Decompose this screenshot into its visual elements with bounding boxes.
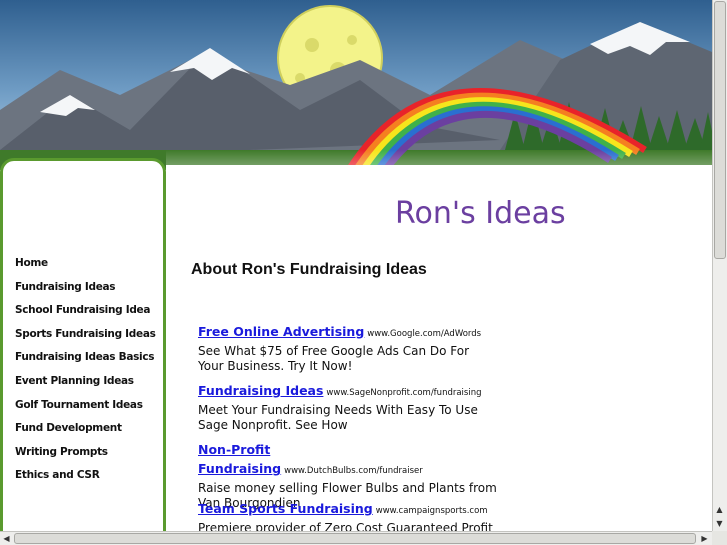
scroll-right-icon[interactable]: ▶ bbox=[698, 532, 711, 545]
horizontal-scrollbar[interactable]: ◀ ▶ bbox=[0, 531, 712, 545]
page-heading: About Ron's Fundraising Ideas bbox=[191, 261, 427, 278]
scroll-up-icon[interactable]: ▲ bbox=[713, 503, 726, 516]
vertical-scroll-thumb[interactable] bbox=[714, 1, 726, 259]
nav-item-writing-prompts[interactable]: Writing Prompts bbox=[15, 446, 156, 470]
ad-title-link[interactable]: Fundraising Ideas bbox=[198, 383, 323, 398]
nav-item-fundraising-ideas[interactable]: Fundraising Ideas bbox=[15, 281, 156, 305]
site-title: Ron's Ideas bbox=[395, 196, 566, 231]
ad-title-link[interactable]: Team Sports Fundraising bbox=[198, 501, 373, 516]
page-viewport: Home Fundraising Ideas School Fundraisin… bbox=[0, 0, 712, 531]
scroll-left-icon[interactable]: ◀ bbox=[0, 532, 13, 545]
ad-title-link[interactable]: Free Online Advertising bbox=[198, 324, 364, 339]
scrollbar-corner bbox=[712, 531, 727, 545]
nav-item-golf-tournament-ideas[interactable]: Golf Tournament Ideas bbox=[15, 399, 156, 423]
ad-url[interactable]: www.DutchBulbs.com/fundraiser bbox=[284, 466, 423, 476]
ad-description: See What $75 of Free Google Ads Can Do F… bbox=[198, 344, 470, 373]
nav-item-home[interactable]: Home bbox=[15, 257, 156, 281]
horizontal-scroll-thumb[interactable] bbox=[14, 533, 696, 544]
ad-block: Free Online Advertising www.Google.com/Ad… bbox=[198, 321, 498, 374]
nav-item-sports-fundraising-ideas[interactable]: Sports Fundraising Ideas bbox=[15, 328, 156, 352]
ad-description: Premiere provider of Zero Cost Guarantee… bbox=[198, 521, 493, 531]
sidebar-nav: Home Fundraising Ideas School Fundraisin… bbox=[15, 257, 156, 493]
nav-item-fund-development[interactable]: Fund Development bbox=[15, 422, 156, 446]
ad-block: Fundraising Ideas www.SageNonprofit.com/f… bbox=[198, 380, 498, 433]
ad-url[interactable]: www.Google.com/AdWords bbox=[367, 329, 481, 339]
vertical-scrollbar[interactable]: ▲ ▼ bbox=[712, 0, 727, 531]
ad-title-link[interactable]: Non-Profit Fundraising bbox=[198, 442, 281, 476]
ad-block: Team Sports Fundraising www.campaignsport… bbox=[198, 498, 498, 531]
nav-item-ethics-and-csr[interactable]: Ethics and CSR bbox=[15, 469, 156, 493]
nav-item-event-planning-ideas[interactable]: Event Planning Ideas bbox=[15, 375, 156, 399]
ad-url[interactable]: www.SageNonprofit.com/fundraising bbox=[326, 388, 481, 398]
nav-item-school-fundraising-idea[interactable]: School Fundraising Idea bbox=[15, 304, 156, 328]
sidebar: Home Fundraising Ideas School Fundraisin… bbox=[0, 158, 166, 531]
scroll-down-icon[interactable]: ▼ bbox=[713, 517, 726, 530]
ad-url[interactable]: www.campaignsports.com bbox=[376, 506, 488, 516]
nav-item-fundraising-ideas-basics[interactable]: Fundraising Ideas Basics bbox=[15, 351, 156, 375]
ad-description: Meet Your Fundraising Needs With Easy To… bbox=[198, 403, 478, 432]
